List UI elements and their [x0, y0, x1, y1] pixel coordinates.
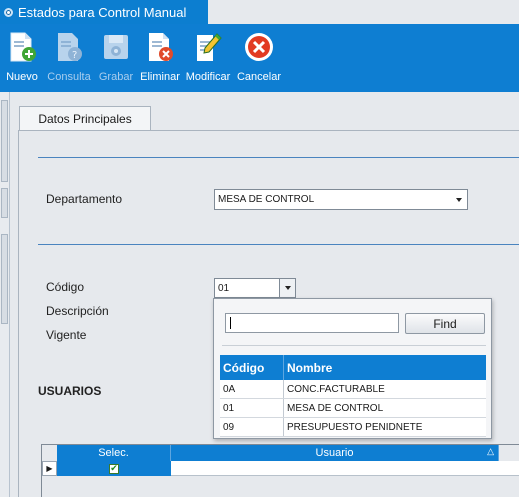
codigo-value: 01 [218, 282, 230, 294]
grabar-label: Grabar [98, 71, 134, 83]
departamento-label: Departamento [46, 192, 123, 206]
sort-triangle-icon: △ [487, 446, 494, 456]
new-document-icon [5, 30, 39, 64]
codigo-lookup[interactable]: 01 [214, 278, 296, 298]
delete-document-icon [143, 30, 177, 64]
codigo-cell: 0A [220, 380, 284, 398]
usuarios-title: USUARIOS [38, 384, 102, 398]
departamento-value: MESA DE CONTROL [218, 194, 315, 205]
nuevo-button[interactable]: Nuevo [0, 24, 44, 92]
col-header-label: Selec. [98, 447, 129, 459]
chevron-down-icon[interactable] [451, 190, 467, 209]
vigente-label: Vigente [46, 328, 87, 342]
codigo-lookup-popup: Find Código Nombre 0A CONC.FACTURABLE 01… [213, 298, 492, 439]
rail-handle[interactable] [1, 100, 8, 182]
tab-datos-principales[interactable]: Datos Principales [19, 106, 151, 131]
find-button-label: Find [433, 316, 457, 331]
departamento-select[interactable]: MESA DE CONTROL [214, 189, 468, 210]
find-input[interactable] [225, 313, 399, 333]
lookup-row[interactable]: 0A CONC.FACTURABLE [220, 380, 486, 399]
col-header-label: Usuario [315, 447, 354, 459]
consulta-button[interactable]: ? Consulta [44, 24, 94, 92]
modificar-button[interactable]: Modificar [182, 24, 234, 92]
modificar-label: Modificar [185, 71, 231, 83]
rail-handle[interactable] [1, 188, 8, 218]
row-indicator-icon: ▶ [42, 461, 57, 476]
selec-cell[interactable]: ✔ [57, 461, 171, 476]
divider [38, 244, 519, 245]
selec-checkbox[interactable]: ✔ [109, 463, 119, 474]
edit-document-icon [191, 30, 225, 64]
codigo-cell: 09 [220, 418, 284, 436]
usuarios-grid: Selec. Usuario △ ▶ ✔ [41, 444, 519, 497]
lookup-row[interactable]: 09 PRESUPUESTO PENIDNETE [220, 418, 486, 437]
cancelar-button[interactable]: Cancelar [234, 24, 284, 92]
eliminar-label: Eliminar [140, 71, 180, 83]
save-disk-icon [99, 30, 133, 64]
svg-text:?: ? [72, 50, 77, 61]
chevron-down-icon[interactable] [279, 279, 295, 297]
find-button[interactable]: Find [405, 313, 485, 334]
app-window: Estados para Control Manual Nuevo ? Cons… [0, 0, 519, 497]
rail-handle[interactable] [1, 234, 8, 324]
descripcion-label: Descripción [46, 304, 109, 318]
grid-header: Selec. Usuario △ [57, 445, 499, 461]
grabar-button[interactable]: Grabar [94, 24, 138, 92]
nombre-cell: CONC.FACTURABLE [287, 383, 385, 395]
usuario-cell[interactable] [171, 461, 519, 476]
cancelar-label: Cancelar [236, 71, 282, 83]
toolbar: Nuevo ? Consulta Grabar Eliminar Modific… [0, 24, 519, 92]
window-radio-icon [4, 7, 13, 17]
codigo-cell: 01 [220, 399, 284, 417]
tab-label: Datos Principales [38, 112, 132, 126]
col-header-nombre[interactable]: Nombre [284, 355, 486, 380]
codigo-label: Código [46, 280, 85, 294]
left-side-rail [0, 92, 10, 497]
lookup-grid: Código Nombre 0A CONC.FACTURABLE 01 MESA… [220, 355, 486, 437]
table-row[interactable]: ▶ ✔ [42, 461, 519, 476]
nuevo-label: Nuevo [6, 71, 38, 83]
divider [222, 345, 486, 346]
eliminar-button[interactable]: Eliminar [138, 24, 182, 92]
nombre-cell: PRESUPUESTO PENIDNETE [287, 421, 423, 433]
col-header-codigo[interactable]: Código [220, 355, 284, 380]
col-header-selec[interactable]: Selec. [57, 445, 171, 461]
text-caret [230, 317, 231, 329]
query-document-icon: ? [52, 30, 86, 64]
title-bar: Estados para Control Manual [0, 0, 519, 24]
window-title-tab[interactable]: Estados para Control Manual [0, 0, 208, 24]
col-header-usuario[interactable]: Usuario △ [171, 445, 499, 461]
consulta-label: Consulta [47, 71, 91, 83]
lookup-grid-header: Código Nombre [220, 355, 486, 380]
lookup-row[interactable]: 01 MESA DE CONTROL [220, 399, 486, 418]
cancel-icon [242, 30, 276, 64]
window-title: Estados para Control Manual [18, 4, 187, 20]
divider [38, 157, 519, 158]
nombre-cell: MESA DE CONTROL [287, 402, 384, 414]
